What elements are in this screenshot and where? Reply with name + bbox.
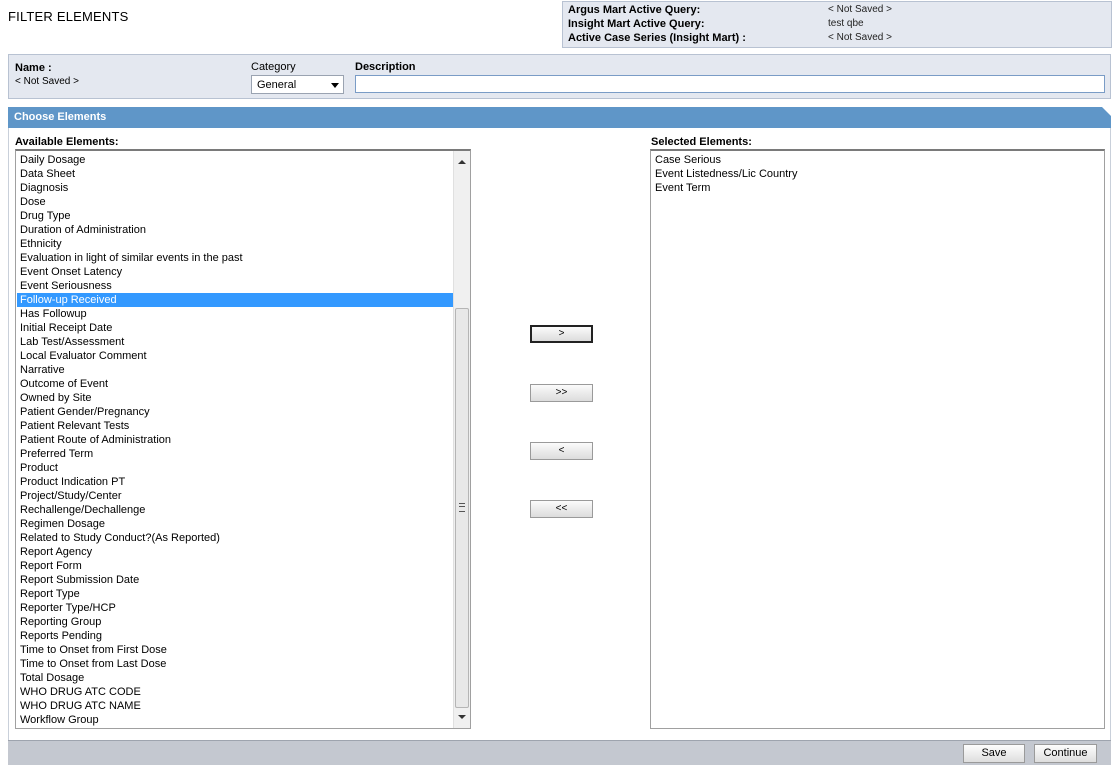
- insight-query-value: test qbe: [828, 18, 864, 29]
- available-items-container: Daily Dosage Data Sheet Diagnosis Dose Drug …: [17, 153, 453, 727]
- save-button[interactable]: Save: [963, 744, 1025, 763]
- available-element-item[interactable]: Evaluation in light of similar events in…: [17, 251, 453, 265]
- choose-elements-title: Choose Elements: [14, 111, 107, 123]
- description-input[interactable]: [355, 75, 1105, 93]
- scroll-down-arrow-icon[interactable]: [458, 715, 466, 719]
- available-element-item[interactable]: Rechallenge/Dechallenge: [17, 503, 453, 517]
- available-element-item[interactable]: Daily Dosage: [17, 153, 453, 167]
- available-element-item[interactable]: Regimen Dosage: [17, 517, 453, 531]
- available-element-item[interactable]: Initial Receipt Date: [17, 321, 453, 335]
- category-selected-value: General: [257, 79, 297, 91]
- available-element-item[interactable]: Total Dosage: [17, 671, 453, 685]
- available-element-item[interactable]: Outcome of Event: [17, 377, 453, 391]
- category-select[interactable]: General: [251, 75, 344, 94]
- available-element-item[interactable]: Workflow Group: [17, 713, 453, 727]
- available-element-item[interactable]: Time to Onset from First Dose: [17, 643, 453, 657]
- argus-query-value: < Not Saved >: [828, 4, 892, 15]
- available-elements-list[interactable]: Daily Dosage Data Sheet Diagnosis Dose Drug …: [15, 149, 471, 729]
- filter-details-panel: Name : < Not Saved > Category General De…: [8, 54, 1111, 99]
- remove-element-button[interactable]: <: [530, 442, 593, 460]
- description-label: Description: [355, 61, 416, 73]
- available-element-item[interactable]: Dose: [17, 195, 453, 209]
- active-query-panel: Argus Mart Active Query: < Not Saved > I…: [562, 1, 1112, 48]
- add-element-button[interactable]: >: [530, 325, 593, 343]
- available-element-item[interactable]: Report Form: [17, 559, 453, 573]
- choose-elements-header: Choose Elements: [8, 107, 1111, 128]
- case-series-row: Active Case Series (Insight Mart) : < No…: [568, 32, 1108, 46]
- available-element-item[interactable]: WHO DRUG ATC CODE: [17, 685, 453, 699]
- selected-elements-list[interactable]: Case Serious Event Listedness/Lic Country…: [650, 149, 1105, 729]
- available-element-item[interactable]: Project/Study/Center: [17, 489, 453, 503]
- available-element-item[interactable]: Duration of Administration: [17, 223, 453, 237]
- continue-button[interactable]: Continue: [1034, 744, 1097, 763]
- selected-element-item[interactable]: Event Listedness/Lic Country: [652, 167, 797, 181]
- available-list-scrollbar[interactable]: [453, 151, 470, 728]
- case-series-value: < Not Saved >: [828, 32, 892, 43]
- available-element-item[interactable]: Follow-up Received: [17, 293, 453, 307]
- available-element-item[interactable]: Patient Relevant Tests: [17, 419, 453, 433]
- scroll-up-arrow-icon[interactable]: [458, 160, 466, 164]
- available-element-item[interactable]: WHO DRUG ATC NAME: [17, 699, 453, 713]
- available-element-item[interactable]: Patient Route of Administration: [17, 433, 453, 447]
- available-element-item[interactable]: Data Sheet: [17, 167, 453, 181]
- available-element-item[interactable]: Reporting Group: [17, 615, 453, 629]
- grip-icon: [459, 503, 465, 512]
- available-element-item[interactable]: Ethnicity: [17, 237, 453, 251]
- selected-element-item[interactable]: Case Serious: [652, 153, 797, 167]
- available-element-item[interactable]: Owned by Site: [17, 391, 453, 405]
- footer-bar: Save Continue: [8, 740, 1111, 765]
- selected-elements-label: Selected Elements:: [651, 136, 752, 148]
- available-element-item[interactable]: Product: [17, 461, 453, 475]
- insight-query-label: Insight Mart Active Query:: [568, 18, 705, 30]
- selected-items-container: Case Serious Event Listedness/Lic Country…: [652, 153, 797, 195]
- case-series-label: Active Case Series (Insight Mart) :: [568, 32, 746, 44]
- available-element-item[interactable]: Report Agency: [17, 545, 453, 559]
- remove-all-elements-button[interactable]: <<: [530, 500, 593, 518]
- available-element-item[interactable]: Narrative: [17, 363, 453, 377]
- name-label: Name :: [15, 62, 52, 74]
- insight-query-row: Insight Mart Active Query: test qbe: [568, 18, 1108, 32]
- argus-query-row: Argus Mart Active Query: < Not Saved >: [568, 4, 1108, 18]
- available-element-item[interactable]: Lab Test/Assessment: [17, 335, 453, 349]
- available-element-item[interactable]: Preferred Term: [17, 447, 453, 461]
- available-element-item[interactable]: Report Submission Date: [17, 573, 453, 587]
- available-element-item[interactable]: Event Seriousness: [17, 279, 453, 293]
- available-element-item[interactable]: Reporter Type/HCP: [17, 601, 453, 615]
- available-element-item[interactable]: Reports Pending: [17, 629, 453, 643]
- available-elements-label: Available Elements:: [15, 136, 119, 148]
- page-title: FILTER ELEMENTS: [8, 9, 129, 24]
- scrollbar-thumb[interactable]: [455, 308, 469, 708]
- available-element-item[interactable]: Local Evaluator Comment: [17, 349, 453, 363]
- argus-query-label: Argus Mart Active Query:: [568, 4, 701, 16]
- available-element-item[interactable]: Drug Type: [17, 209, 453, 223]
- available-element-item[interactable]: Event Onset Latency: [17, 265, 453, 279]
- available-element-item[interactable]: Product Indication PT: [17, 475, 453, 489]
- category-label: Category: [251, 61, 296, 73]
- available-element-item[interactable]: Diagnosis: [17, 181, 453, 195]
- available-element-item[interactable]: Patient Gender/Pregnancy: [17, 405, 453, 419]
- available-element-item[interactable]: Has Followup: [17, 307, 453, 321]
- available-element-item[interactable]: Related to Study Conduct?(As Reported): [17, 531, 453, 545]
- chevron-down-icon: [331, 83, 339, 88]
- selected-element-item[interactable]: Event Term: [652, 181, 797, 195]
- add-all-elements-button[interactable]: >>: [530, 384, 593, 402]
- available-element-item[interactable]: Time to Onset from Last Dose: [17, 657, 453, 671]
- available-element-item[interactable]: Report Type: [17, 587, 453, 601]
- name-value: < Not Saved >: [15, 76, 79, 87]
